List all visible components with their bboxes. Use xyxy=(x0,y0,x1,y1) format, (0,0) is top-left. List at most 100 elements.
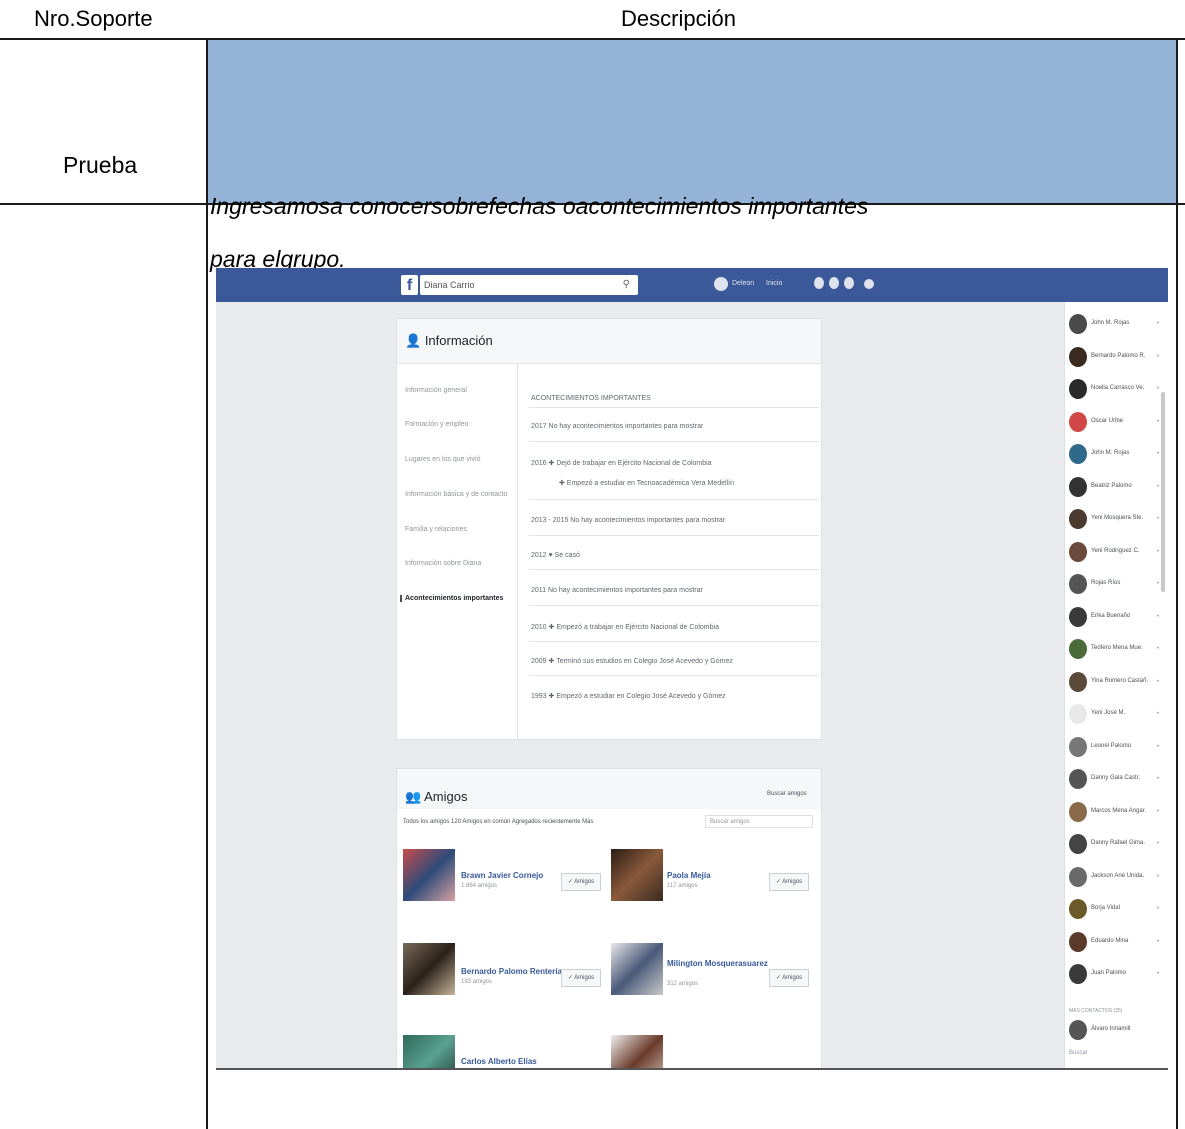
friend-photo[interactable] xyxy=(403,943,455,995)
about-menu-item[interactable]: Información básica y de contacto xyxy=(405,491,507,498)
online-status-icon: • xyxy=(1156,386,1159,392)
friend-photo[interactable] xyxy=(611,1035,663,1068)
facebook-logo-icon[interactable]: f xyxy=(401,275,418,295)
about-menu-item[interactable]: Formación y empleo xyxy=(405,421,468,428)
about-menu-item-active[interactable]: Acontecimientos importantes xyxy=(400,595,503,602)
chat-contact-name: Yina Romero Castañ. xyxy=(1091,677,1149,684)
chat-contact[interactable]: Erika Buenaño • xyxy=(1069,605,1165,629)
event-separator xyxy=(529,441,819,442)
online-status-icon: • xyxy=(1156,743,1159,750)
event-row: 2016 ✚ Dejó de trabajar en Ejército Naci… xyxy=(531,460,712,467)
about-menu-item[interactable]: Familia y relaciones xyxy=(405,526,467,533)
friend-count: 312 amigos xyxy=(667,981,699,987)
event-separator xyxy=(529,535,819,536)
avatar xyxy=(1069,574,1087,594)
online-status-icon: • xyxy=(1156,418,1159,425)
about-menu-item[interactable]: Información sobre Diana xyxy=(405,560,481,567)
friends-status-button[interactable]: ✓ Amigos xyxy=(561,969,601,987)
chat-contact[interactable]: John M. Rojas • xyxy=(1069,312,1165,336)
about-menu-item[interactable]: Información general xyxy=(405,387,467,394)
chat-contact-name: Marcos Mena Angar. xyxy=(1091,807,1147,814)
friend-name[interactable]: Bernardo Palomo Rentería xyxy=(461,967,562,976)
chat-contact[interactable]: Álvaro Innamill xyxy=(1069,1018,1165,1042)
event-separator xyxy=(529,569,819,570)
friend-name[interactable]: Carlos Alberto Elías xyxy=(461,1057,537,1066)
friends-status-button[interactable]: ✓ Amigos xyxy=(769,873,809,891)
friends-status-button[interactable]: ✓ Amigos xyxy=(561,873,601,891)
avatar xyxy=(1069,541,1087,562)
chat-contact[interactable]: Marcos Mena Angar. • xyxy=(1069,800,1165,824)
friend-photo[interactable] xyxy=(403,849,455,901)
friend-photo[interactable] xyxy=(611,943,663,995)
chat-contact[interactable]: Noelia Carrasco Ve. • xyxy=(1069,377,1165,401)
notifications-icon[interactable] xyxy=(844,277,854,289)
chat-contact[interactable]: Bernardo Palomo R. • xyxy=(1069,345,1165,369)
chat-contact[interactable]: Rojas Ríos • xyxy=(1069,572,1165,596)
chat-contact[interactable]: Eduardo Mina • xyxy=(1069,930,1165,954)
event-row: ✚ Empezó a estudiar en Tecnoacadémica Ve… xyxy=(559,480,735,487)
column-header-descripcion: Descripción xyxy=(621,6,736,31)
online-status-icon: • xyxy=(1156,938,1159,945)
messages-icon[interactable] xyxy=(829,277,839,289)
profile-avatar-icon[interactable] xyxy=(714,277,728,291)
nav-home-link[interactable]: Inicio xyxy=(766,280,782,287)
chat-search-input[interactable]: Buscar xyxy=(1069,1050,1161,1062)
table-top-border xyxy=(0,38,1185,40)
chat-contact-name: Álvaro Innamill xyxy=(1091,1026,1131,1032)
event-row: 2012 ♥ Se casó xyxy=(531,552,580,559)
event-row: 2010 ✚ Empezó a trabajar en Ejército Nac… xyxy=(531,624,719,631)
chat-contact[interactable]: Borja Vidal • xyxy=(1069,897,1165,921)
chat-contact[interactable]: Jackson Ane Unida. • xyxy=(1069,865,1165,889)
chat-contact[interactable]: Yeni Mosquera Ste. • xyxy=(1069,507,1165,531)
avatar xyxy=(1069,671,1087,692)
chat-contact[interactable]: John M. Rojas • xyxy=(1069,442,1165,466)
find-friends-button[interactable]: Buscar amigos xyxy=(767,791,807,797)
facebook-search-input[interactable]: Diana Carrio ⚲ xyxy=(420,275,638,295)
online-status-icon: • xyxy=(1156,321,1159,327)
chat-contact-name: Teófero Mena Mue. xyxy=(1091,645,1143,651)
chat-contact[interactable]: Danny Gala Castr. • xyxy=(1069,767,1165,791)
event-separator xyxy=(529,675,819,676)
friend-name[interactable]: Brawn Javier Cornejo xyxy=(461,871,543,880)
friends-tabs[interactable]: Todos los amigos 120 Amigos en común Agr… xyxy=(403,819,593,825)
friends-status-button[interactable]: ✓ Amigos xyxy=(769,969,809,987)
chat-scrollbar[interactable] xyxy=(1161,392,1165,592)
help-icon[interactable] xyxy=(864,279,874,289)
chat-more-contacts: MÁS CONTACTOS (25) xyxy=(1069,1008,1123,1014)
friend-name[interactable]: Paola Mejía xyxy=(667,871,711,880)
friends-search-input[interactable]: Buscar amigos xyxy=(705,815,813,828)
row-label-prueba: Prueba xyxy=(63,152,138,178)
chat-contact-name: Beatriz Palomo xyxy=(1091,482,1132,489)
friends-card: 👥 Amigos Buscar amigos Todos los amigos … xyxy=(396,768,822,1068)
chat-contact[interactable]: Danny Rafael Gima. • xyxy=(1069,832,1165,856)
avatar xyxy=(1069,704,1087,724)
about-menu-item[interactable]: Lugares en los que vivió xyxy=(405,456,481,463)
friend-photo[interactable] xyxy=(403,1035,455,1068)
chat-contact[interactable]: Beatriz Palomo • xyxy=(1069,475,1165,499)
chat-contact[interactable]: Teófero Mena Mue. • xyxy=(1069,637,1165,661)
friend-count: 193 amigos xyxy=(461,979,493,985)
chat-contact[interactable]: Oscar Uribe • xyxy=(1069,410,1165,434)
chat-contact[interactable]: Yeni Rodríguez C. • xyxy=(1069,540,1165,564)
online-status-icon: • xyxy=(1156,353,1159,360)
chat-contact[interactable]: Yeni José M. • xyxy=(1069,702,1165,726)
avatar xyxy=(1069,444,1087,464)
friend-photo[interactable] xyxy=(611,849,663,901)
chat-contact[interactable]: Juan Palomo • xyxy=(1069,962,1165,986)
avatar xyxy=(1069,379,1087,399)
search-icon[interactable]: ⚲ xyxy=(623,275,630,295)
nav-profile-link[interactable]: Deleon xyxy=(732,280,754,287)
online-status-icon: • xyxy=(1156,581,1159,587)
avatar xyxy=(1069,476,1087,497)
chat-sidebar: John M. Rojas • Bernardo Palomo R. • Noelia … xyxy=(1064,302,1168,1068)
friend-name[interactable]: Milington Mosquerasuarez xyxy=(667,959,768,968)
chat-contact[interactable]: Yina Romero Castañ. • xyxy=(1069,670,1165,694)
avatar xyxy=(1069,639,1087,659)
chat-contact-name: Noelia Carrasco Ve. xyxy=(1091,385,1145,391)
avatar xyxy=(1069,1020,1087,1040)
avatar xyxy=(1069,866,1087,887)
friend-requests-icon[interactable] xyxy=(814,277,824,289)
chat-contact-name: Yeni Mosquera Ste. xyxy=(1091,515,1144,521)
chat-contact-name: Yeni José M. xyxy=(1091,710,1126,716)
chat-contact[interactable]: Leonel Palomo • xyxy=(1069,735,1165,759)
